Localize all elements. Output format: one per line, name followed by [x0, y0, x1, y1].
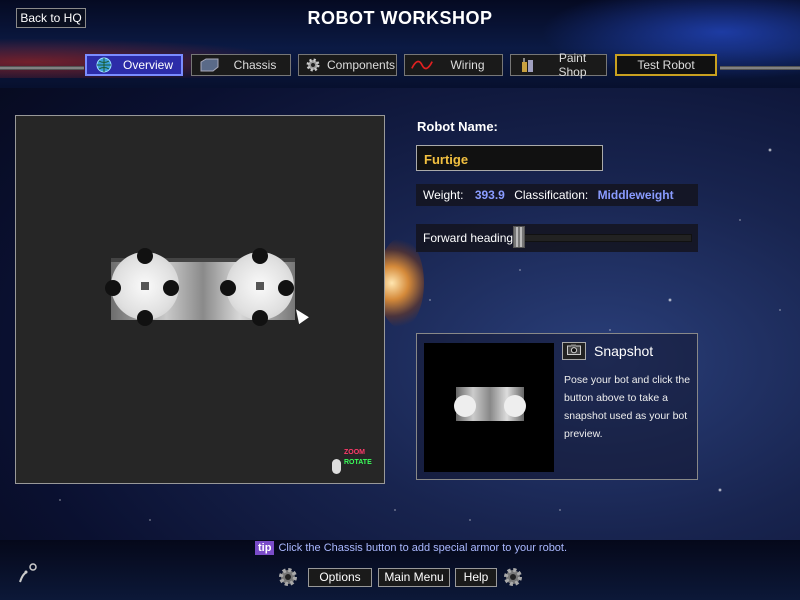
snapshot-button[interactable] — [562, 342, 586, 360]
paint-cans-icon — [517, 57, 539, 73]
globe-icon — [93, 57, 115, 73]
tip-badge: tip — [255, 541, 275, 555]
tip-bar: tip Click the Chassis button to add spec… — [255, 541, 567, 555]
tab-chassis-label: Chassis — [233, 58, 277, 72]
tab-wiring-label: Wiring — [450, 58, 485, 72]
tab-overview[interactable]: Overview — [85, 54, 183, 76]
mouse-icon — [332, 459, 341, 474]
options-button[interactable]: Options — [308, 568, 372, 587]
tab-components[interactable]: Components — [298, 54, 397, 76]
chassis-icon — [198, 57, 220, 73]
gear-icon — [305, 57, 321, 73]
tab-paint-shop-label: Paint Shop — [558, 51, 587, 79]
robot-wheel-left — [105, 248, 179, 326]
gear-icon — [277, 566, 299, 588]
tab-chassis[interactable]: Chassis — [191, 54, 291, 76]
robot-3d-viewport[interactable]: ZOOM ROTATE — [15, 115, 385, 484]
tip-text: Click the Chassis button to add special … — [278, 542, 568, 554]
snapshot-description: Pose your bot and click the button above… — [564, 374, 691, 440]
help-button[interactable]: Help — [455, 568, 497, 587]
snapshot-robot-image — [454, 387, 526, 421]
forward-heading-row: Forward heading: — [416, 224, 698, 252]
tab-overview-label: Overview — [122, 58, 173, 72]
robot-wheel-right — [220, 248, 294, 326]
rotate-hint: ROTATE — [344, 459, 372, 466]
robot-name-field[interactable]: Furtige — [416, 145, 603, 171]
gear-icon — [502, 566, 524, 588]
weight-classification-row: Weight: 393.9 Classification: Middleweig… — [416, 184, 698, 206]
weight-value: 393.9 — [474, 188, 505, 202]
forward-heading-label: Forward heading: — [423, 231, 517, 245]
zoom-hint: ZOOM — [344, 449, 365, 456]
wire-icon — [411, 57, 433, 73]
cable-decoration-right — [720, 66, 800, 70]
tab-components-label: Components — [327, 58, 396, 72]
game-logo-icon — [16, 562, 40, 586]
robot-name-label: Robot Name: — [417, 119, 498, 134]
snapshot-label: Snapshot — [594, 343, 654, 359]
mouse-controls-hint: ZOOM ROTATE — [332, 449, 382, 477]
forward-heading-slider[interactable] — [518, 234, 692, 242]
tab-test-robot-label: Test Robot — [637, 58, 695, 72]
tab-paint-shop[interactable]: Paint Shop — [510, 51, 607, 79]
header-bar: Back to HQ ROBOT WORKSHOP Overview Chass… — [0, 0, 800, 88]
snapshot-panel: Snapshot Pose your bot and click the but… — [416, 333, 698, 480]
page-title: ROBOT WORKSHOP — [307, 8, 493, 28]
tab-wiring[interactable]: Wiring — [404, 54, 503, 76]
main-menu-button[interactable]: Main Menu — [378, 568, 450, 587]
camera-icon — [567, 342, 581, 360]
classification-label: Classification: — [514, 188, 589, 202]
tab-test-robot[interactable]: Test Robot — [615, 54, 717, 76]
weight-label: Weight: — [423, 188, 464, 202]
snapshot-preview — [424, 343, 554, 472]
cable-decoration-left — [0, 66, 84, 70]
forward-heading-slider-thumb[interactable] — [513, 226, 525, 248]
classification-value: Middleweight — [597, 188, 674, 202]
